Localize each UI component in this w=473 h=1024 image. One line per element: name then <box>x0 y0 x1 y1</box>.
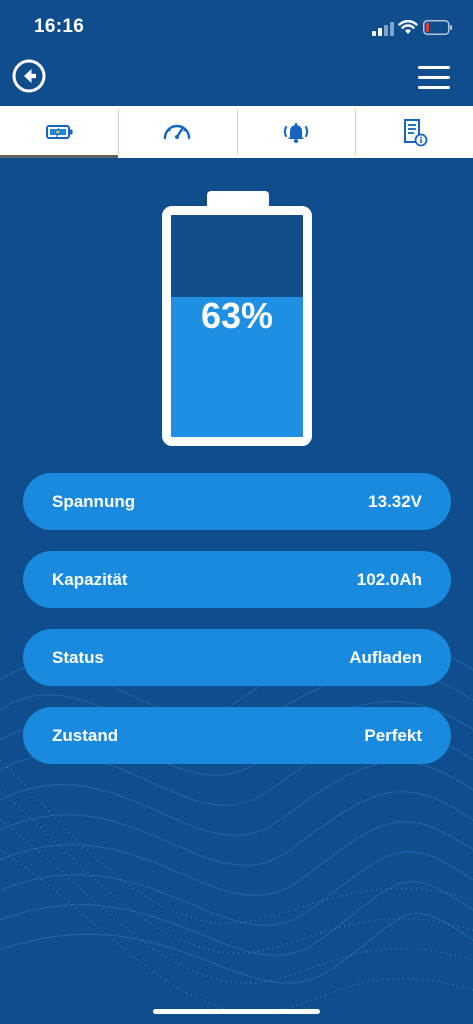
battery-low-icon <box>423 20 452 35</box>
battery-level-graphic: 63% <box>162 191 312 446</box>
tab-speedometer[interactable] <box>118 106 236 158</box>
info-row-status: Status Aufladen <box>23 629 451 686</box>
battery-tab-icon <box>46 125 73 139</box>
info-label: Kapazität <box>52 569 128 589</box>
battery-percentage: 63% <box>200 295 274 336</box>
battery-info-list: Spannung 13.32V Kapazität 102.0Ah Status… <box>23 473 451 785</box>
info-value: Perfekt <box>364 725 422 745</box>
info-row-capacity: Kapazität 102.0Ah <box>23 551 451 608</box>
tab-alarm[interactable] <box>236 106 355 158</box>
info-value: Aufladen <box>349 647 422 667</box>
document-info-icon <box>403 119 428 147</box>
home-indicator[interactable] <box>153 1009 320 1014</box>
app-header <box>0 56 473 106</box>
status-bar: 16:16 <box>0 0 473 56</box>
info-label: Status <box>52 647 104 667</box>
tab-battery[interactable] <box>0 106 119 158</box>
tab-info[interactable] <box>354 106 473 158</box>
info-row-voltage: Spannung 13.32V <box>23 473 451 530</box>
back-arrow-icon[interactable] <box>12 59 46 93</box>
alarm-bell-icon <box>283 123 308 143</box>
status-time: 16:16 <box>34 16 85 37</box>
info-row-condition: Zustand Perfekt <box>23 707 451 764</box>
wifi-icon <box>398 20 418 34</box>
info-label: Zustand <box>52 725 119 745</box>
cellular-signal-icon <box>372 22 394 36</box>
tab-bar <box>0 106 473 158</box>
speedometer-icon <box>164 124 191 140</box>
info-label: Spannung <box>52 491 136 511</box>
hamburger-menu-icon[interactable] <box>418 66 450 92</box>
info-value: 13.32V <box>368 491 422 511</box>
info-value: 102.0Ah <box>356 569 422 589</box>
